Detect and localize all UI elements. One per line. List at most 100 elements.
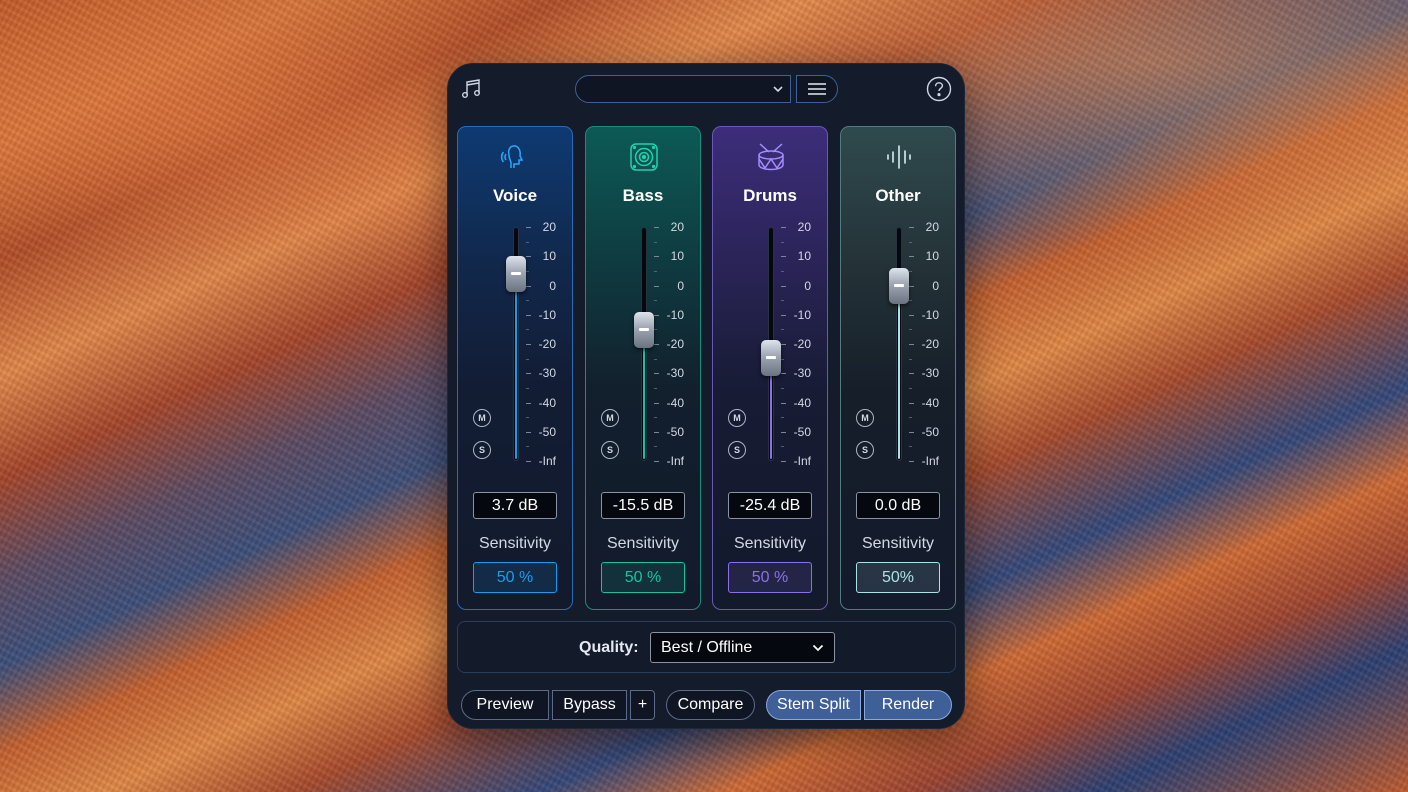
scale-minor-tick bbox=[909, 241, 912, 243]
scale-tick bbox=[781, 402, 786, 404]
gain-fader-handle[interactable] bbox=[634, 311, 654, 348]
scale-tick bbox=[526, 461, 531, 462]
scale-tick bbox=[909, 431, 914, 433]
scale-label: -30 bbox=[921, 366, 939, 381]
scale-minor-tick bbox=[654, 270, 657, 272]
mute-button[interactable]: M bbox=[856, 409, 874, 427]
scale-minor-tick bbox=[654, 417, 657, 419]
mute-button[interactable]: M bbox=[601, 409, 619, 427]
scale-minor-tick bbox=[781, 329, 784, 331]
scale-label: 20 bbox=[925, 220, 939, 234]
scale-label: -10 bbox=[793, 307, 811, 322]
scale-label: -30 bbox=[666, 366, 684, 381]
scale-tick bbox=[781, 461, 786, 462]
scale-tick bbox=[909, 402, 914, 404]
preview-button[interactable]: Preview bbox=[461, 690, 549, 720]
preset-dropdown[interactable] bbox=[575, 75, 791, 103]
mute-button[interactable]: M bbox=[728, 409, 746, 427]
scale-minor-tick bbox=[526, 329, 529, 331]
scale-minor-tick bbox=[526, 417, 529, 419]
gain-value-field[interactable]: 0.0 dB bbox=[856, 492, 940, 519]
scale-tick bbox=[781, 314, 786, 316]
stem-splitter-panel: Voice 20 10 0 -10 -20 -30 -40 -50 -Inf M S 3.7 d… bbox=[447, 63, 965, 729]
gain-fader-handle[interactable] bbox=[889, 267, 909, 304]
solo-button[interactable]: S bbox=[473, 441, 491, 459]
scale-tick bbox=[526, 373, 531, 375]
scale-label: -Inf bbox=[921, 454, 939, 468]
scale-label: -Inf bbox=[666, 454, 684, 468]
scale-minor-tick bbox=[909, 387, 912, 389]
solo-button[interactable]: S bbox=[728, 441, 746, 459]
sensitivity-label: Sensitivity bbox=[733, 535, 807, 552]
quality-dropdown[interactable]: Best / Offline bbox=[650, 632, 835, 663]
preset-menu-button[interactable] bbox=[796, 75, 838, 103]
channel-bass: Bass 20 10 0 -10 -20 -30 -40 -50 -Inf M S -15.5 … bbox=[585, 126, 701, 610]
scale-label: -50 bbox=[921, 424, 939, 439]
scale-minor-tick bbox=[526, 387, 529, 389]
scale-minor-tick bbox=[654, 329, 657, 331]
scale-minor-tick bbox=[781, 300, 784, 302]
scale-minor-tick bbox=[781, 417, 784, 419]
gain-scale: 20 10 0 -10 -20 -30 -40 -50 -Inf bbox=[909, 220, 953, 468]
scale-tick bbox=[526, 256, 531, 258]
scale-minor-tick bbox=[909, 300, 912, 302]
scale-minor-tick bbox=[781, 446, 784, 448]
scale-minor-tick bbox=[526, 300, 529, 302]
scale-label: 0 bbox=[549, 278, 556, 293]
sensitivity-field[interactable]: 50 % bbox=[601, 562, 685, 593]
channel-name: Voice bbox=[492, 186, 538, 205]
solo-button[interactable]: S bbox=[856, 441, 874, 459]
quality-value: Best / Offline bbox=[661, 639, 753, 656]
scale-label: -20 bbox=[538, 337, 556, 351]
scale-label: -40 bbox=[921, 395, 939, 410]
solo-button[interactable]: S bbox=[601, 441, 619, 459]
gain-value-field[interactable]: 3.7 dB bbox=[473, 492, 557, 519]
mute-button[interactable]: M bbox=[473, 409, 491, 427]
bypass-add-button[interactable]: + bbox=[630, 690, 655, 720]
scale-tick bbox=[526, 431, 531, 433]
scale-tick bbox=[654, 227, 659, 228]
gain-fader-handle[interactable] bbox=[506, 255, 526, 292]
gain-fader-fill bbox=[643, 329, 645, 459]
scale-tick bbox=[781, 431, 786, 433]
scale-label: 20 bbox=[542, 220, 556, 234]
gain-fader-handle[interactable] bbox=[761, 340, 781, 377]
sensitivity-field[interactable]: 50 % bbox=[728, 562, 812, 593]
scale-label: -20 bbox=[793, 337, 811, 351]
scale-tick bbox=[909, 461, 914, 462]
bypass-button[interactable]: Bypass bbox=[552, 690, 627, 720]
scale-label: -20 bbox=[921, 337, 939, 351]
scale-label: -Inf bbox=[793, 454, 811, 468]
quality-bar: Quality: Best / Offline bbox=[457, 621, 956, 673]
scale-minor-tick bbox=[654, 241, 657, 243]
gain-value-field[interactable]: -25.4 dB bbox=[728, 492, 812, 519]
scale-tick bbox=[781, 373, 786, 375]
scale-label: 20 bbox=[670, 220, 684, 234]
scale-minor-tick bbox=[526, 270, 529, 272]
render-button[interactable]: Render bbox=[864, 690, 952, 720]
sensitivity-field[interactable]: 50% bbox=[856, 562, 940, 593]
sensitivity-field[interactable]: 50 % bbox=[473, 562, 557, 593]
scale-minor-tick bbox=[909, 446, 912, 448]
compare-button[interactable]: Compare bbox=[666, 690, 755, 720]
stem-split-button[interactable]: Stem Split bbox=[766, 690, 861, 720]
scale-label: 10 bbox=[797, 249, 811, 264]
sensitivity-label: Sensitivity bbox=[478, 535, 552, 552]
speaker-icon bbox=[630, 143, 658, 171]
scale-tick bbox=[781, 256, 786, 258]
question-mark-icon[interactable] bbox=[926, 76, 952, 102]
channel-name: Bass bbox=[622, 186, 664, 205]
chevron-down-icon bbox=[812, 644, 824, 652]
scale-label: -20 bbox=[666, 337, 684, 351]
scale-tick bbox=[909, 227, 914, 228]
scale-label: 0 bbox=[677, 278, 684, 293]
scale-tick bbox=[781, 285, 786, 287]
scale-minor-tick bbox=[909, 417, 912, 419]
gain-value-field[interactable]: -15.5 dB bbox=[601, 492, 685, 519]
scale-label: -50 bbox=[538, 424, 556, 439]
gain-scale: 20 10 0 -10 -20 -30 -40 -50 -Inf bbox=[654, 220, 698, 468]
gain-fader-track[interactable] bbox=[896, 227, 902, 461]
scale-tick bbox=[526, 402, 531, 404]
channel-name: Drums bbox=[743, 186, 797, 205]
scale-minor-tick bbox=[781, 358, 784, 360]
